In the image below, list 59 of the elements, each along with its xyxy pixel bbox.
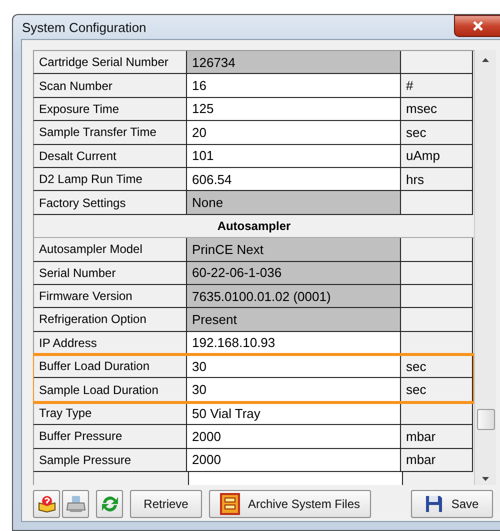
field-label: Serial Number — [33, 262, 187, 285]
unit-cell: msec — [401, 98, 473, 122]
unit-cell — [401, 51, 473, 74]
window-title: System Configuration — [22, 20, 146, 34]
value-input-cell[interactable]: 20 — [187, 121, 401, 145]
field-label: Autosampler Model — [33, 238, 187, 262]
readonly-value-cell: Present — [187, 308, 401, 332]
field-label: Sample Transfer Time — [33, 121, 187, 145]
unit-cell: hrs — [401, 168, 473, 192]
value-input-cell[interactable]: 16 — [187, 74, 401, 98]
print-button[interactable] — [62, 490, 89, 518]
section-heading: Autosampler — [217, 218, 291, 233]
value-input-cell[interactable]: 30 — [187, 355, 401, 378]
value-input-cell[interactable]: 125 — [187, 98, 401, 122]
readonly-value-cell: 126734 — [187, 51, 401, 74]
readonly-value-cell: 60-22-06-1-036 — [187, 262, 401, 285]
close-button[interactable] — [454, 15, 500, 37]
value-input-cell[interactable]: 2000 — [187, 425, 401, 449]
save-icon — [425, 495, 444, 513]
value-input-cell[interactable]: 606.54 — [187, 168, 401, 192]
printer-icon — [66, 494, 86, 514]
unit-cell: uAmp — [401, 144, 473, 168]
close-icon — [472, 21, 484, 31]
unit-cell: mbar — [401, 425, 473, 449]
readonly-value-cell: 7635.0100.01.02 (0001) — [187, 284, 401, 308]
unit-cell — [401, 262, 473, 285]
unit-cell — [401, 308, 473, 332]
field-label: Scan Number — [33, 74, 187, 98]
scroll-down-icon — [482, 477, 489, 481]
file-cabinet-icon — [220, 493, 240, 515]
help-button[interactable] — [33, 490, 60, 518]
field-label: Desalt Current — [33, 144, 187, 168]
field-label: Buffer Load Duration — [33, 355, 187, 378]
unit-cell — [401, 284, 473, 308]
field-label: Refrigeration Option — [33, 308, 187, 332]
readonly-value-cell: None — [187, 191, 401, 215]
scroll-thumb[interactable] — [477, 409, 495, 430]
scroll-up-icon — [482, 58, 489, 62]
field-label: Exposure Time — [33, 98, 187, 122]
scrollbar[interactable] — [474, 50, 496, 485]
value-input-cell[interactable]: 2000 — [187, 448, 401, 472]
retrieve-button[interactable]: Retrieve — [130, 490, 202, 518]
refresh-button[interactable] — [96, 490, 123, 518]
help-book-icon — [36, 494, 56, 514]
unit-cell: mbar — [401, 448, 473, 472]
save-button[interactable]: Save — [411, 490, 493, 518]
archive-button[interactable]: Archive System Files — [209, 490, 371, 518]
field-label: Cartridge Serial Number — [33, 51, 187, 74]
field-label: Firmware Version — [33, 284, 187, 308]
unit-cell: # — [401, 74, 473, 98]
field-label: D2 Lamp Run Time — [33, 168, 187, 192]
field-label: Factory Settings — [33, 191, 187, 215]
unit-cell: sec — [401, 121, 473, 145]
value-input-cell[interactable]: 101 — [187, 144, 401, 168]
unit-cell: sec — [401, 355, 473, 378]
value-input-cell[interactable]: 30 — [187, 378, 401, 402]
field-label: Buffer Pressure — [33, 425, 187, 449]
field-label: Sample Pressure — [33, 448, 187, 472]
readonly-value-cell: PrinCE Next — [187, 238, 401, 262]
